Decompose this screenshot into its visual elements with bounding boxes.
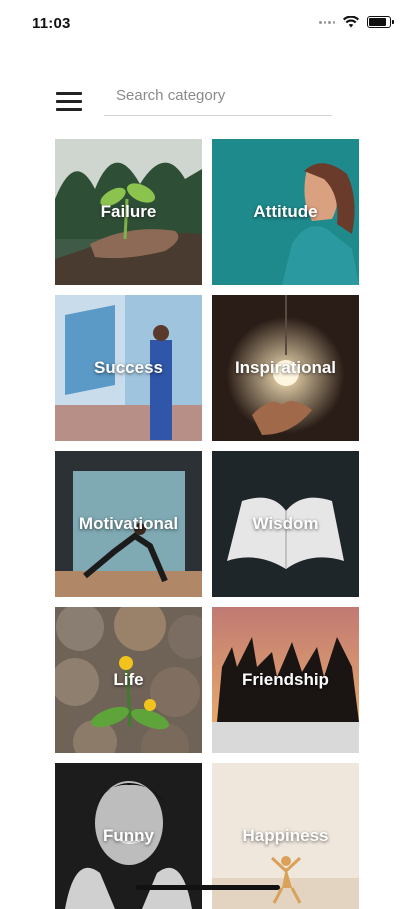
category-label: Friendship bbox=[242, 670, 329, 689]
category-tile-friendship[interactable]: Friendship bbox=[212, 607, 359, 753]
home-indicator bbox=[136, 885, 280, 890]
status-time: 11:03 bbox=[32, 15, 71, 32]
search-input[interactable] bbox=[104, 76, 332, 116]
category-label: Failure bbox=[100, 202, 157, 221]
category-tile-life[interactable]: Life bbox=[55, 607, 202, 753]
category-tile-motivational[interactable]: Motivational bbox=[55, 451, 202, 597]
category-label: Wisdom bbox=[252, 514, 319, 533]
status-bar: 11:03 bbox=[0, 0, 415, 50]
category-tile-failure[interactable]: Failure bbox=[55, 139, 202, 285]
category-grid: Failure Attitude Success Inspirational M… bbox=[55, 139, 361, 909]
category-label: Happiness bbox=[242, 826, 329, 845]
category-label: Motivational bbox=[78, 514, 179, 533]
category-label: Inspirational bbox=[234, 358, 337, 377]
category-label: Success bbox=[94, 358, 163, 377]
status-icons bbox=[319, 16, 394, 28]
menu-icon[interactable] bbox=[56, 92, 82, 112]
category-tile-wisdom[interactable]: Wisdom bbox=[212, 451, 359, 597]
category-tile-success[interactable]: Success bbox=[55, 295, 202, 441]
wifi-icon bbox=[343, 16, 359, 28]
battery-icon bbox=[367, 16, 394, 28]
category-label: Funny bbox=[103, 826, 154, 845]
category-tile-inspirational[interactable]: Inspirational bbox=[212, 295, 359, 441]
category-label: Attitude bbox=[253, 202, 318, 221]
signal-icon bbox=[319, 20, 335, 24]
category-label: Life bbox=[113, 670, 144, 689]
category-tile-attitude[interactable]: Attitude bbox=[212, 139, 359, 285]
